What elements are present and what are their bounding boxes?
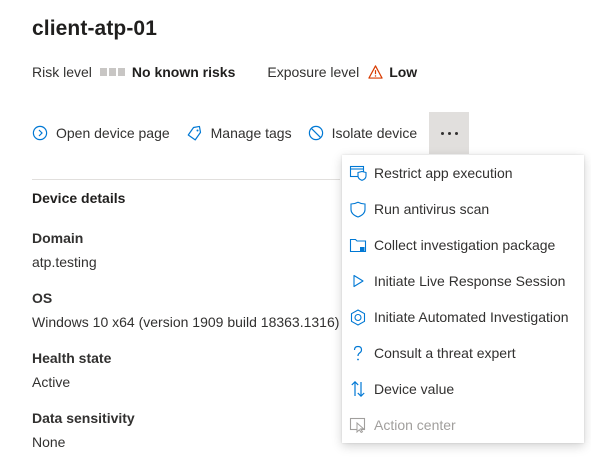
device-details-heading: Device details bbox=[32, 190, 126, 206]
menu-item-label: Restrict app execution bbox=[374, 165, 513, 181]
question-icon bbox=[348, 343, 368, 363]
restrict-app-icon bbox=[348, 163, 368, 183]
os-label: OS bbox=[32, 290, 53, 306]
menu-item-label: Consult a threat expert bbox=[374, 345, 516, 361]
open-device-page-button[interactable]: Open device page bbox=[32, 125, 170, 141]
risk-exposure-row: Risk level No known risks Exposure level… bbox=[32, 63, 417, 81]
menu-item-run-antivirus-scan[interactable]: Run antivirus scan bbox=[342, 191, 584, 227]
warning-icon bbox=[368, 65, 383, 79]
domain-label: Domain bbox=[32, 230, 84, 246]
domain-value: atp.testing bbox=[32, 254, 97, 270]
menu-item-label: Device value bbox=[374, 381, 455, 397]
device-title: client-atp-01 bbox=[32, 17, 157, 40]
exposure-level-label: Exposure level bbox=[267, 64, 360, 80]
os-value: Windows 10 x64 (version 1909 build 18363… bbox=[32, 314, 340, 330]
manage-tags-label: Manage tags bbox=[210, 125, 292, 141]
menu-item-label: Initiate Live Response Session bbox=[374, 273, 566, 289]
menu-item-restrict-app-execution[interactable]: Restrict app execution bbox=[342, 155, 584, 191]
chevron-circle-icon bbox=[32, 125, 48, 141]
health-state-label: Health state bbox=[32, 350, 112, 366]
tag-icon bbox=[187, 125, 201, 141]
menu-item-label: Action center bbox=[374, 417, 456, 433]
hexagon-icon bbox=[348, 307, 368, 327]
manage-tags-button[interactable]: Manage tags bbox=[186, 125, 292, 141]
menu-item-consult-threat-expert[interactable]: Consult a threat expert bbox=[342, 335, 584, 371]
menu-item-collect-investigation-package[interactable]: Collect investigation package bbox=[342, 227, 584, 263]
more-actions-button[interactable] bbox=[429, 112, 470, 154]
menu-item-initiate-live-response-session[interactable]: Initiate Live Response Session bbox=[342, 263, 584, 299]
risk-level-label: Risk level bbox=[32, 64, 92, 80]
play-icon bbox=[348, 271, 368, 291]
menu-item-action-center: Action center bbox=[342, 407, 584, 443]
action-center-icon bbox=[348, 415, 368, 435]
menu-item-initiate-automated-investigation[interactable]: Initiate Automated Investigation bbox=[342, 299, 584, 335]
risk-level-bars-icon bbox=[99, 68, 125, 76]
data-sensitivity-label: Data sensitivity bbox=[32, 410, 135, 426]
menu-item-label: Initiate Automated Investigation bbox=[374, 309, 569, 325]
sort-arrows-icon bbox=[348, 379, 368, 399]
block-icon bbox=[308, 125, 323, 141]
open-device-page-label: Open device page bbox=[56, 125, 170, 141]
device-action-bar: Open device page Manage tags Isolate dev… bbox=[32, 112, 470, 154]
more-actions-menu: Restrict app execution Run antivirus sca… bbox=[342, 155, 584, 443]
folder-icon bbox=[348, 235, 368, 255]
menu-item-label: Collect investigation package bbox=[374, 237, 556, 253]
risk-level-value: No known risks bbox=[131, 64, 236, 80]
shield-icon bbox=[348, 199, 368, 219]
exposure-level-value: Low bbox=[389, 64, 418, 80]
ellipsis-icon bbox=[440, 131, 444, 135]
health-state-value: Active bbox=[32, 374, 71, 390]
divider bbox=[32, 179, 340, 180]
isolate-device-button[interactable]: Isolate device bbox=[308, 125, 418, 141]
data-sensitivity-value: None bbox=[32, 434, 66, 450]
menu-item-device-value[interactable]: Device value bbox=[342, 371, 584, 407]
menu-item-label: Run antivirus scan bbox=[374, 201, 490, 217]
isolate-device-label: Isolate device bbox=[331, 125, 418, 141]
